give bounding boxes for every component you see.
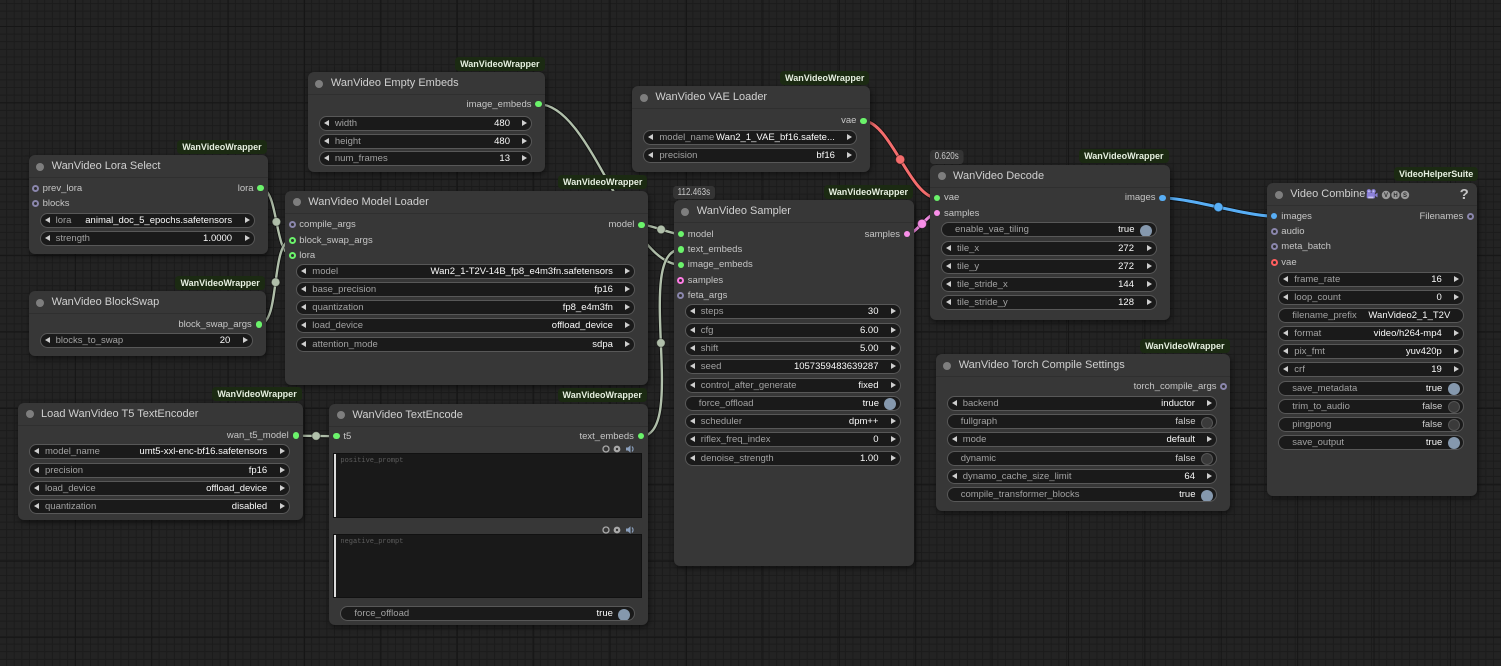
svg-text:S: S [1403,193,1407,199]
svg-text:V: V [1384,193,1388,199]
svg-text:H: H [1394,193,1398,199]
